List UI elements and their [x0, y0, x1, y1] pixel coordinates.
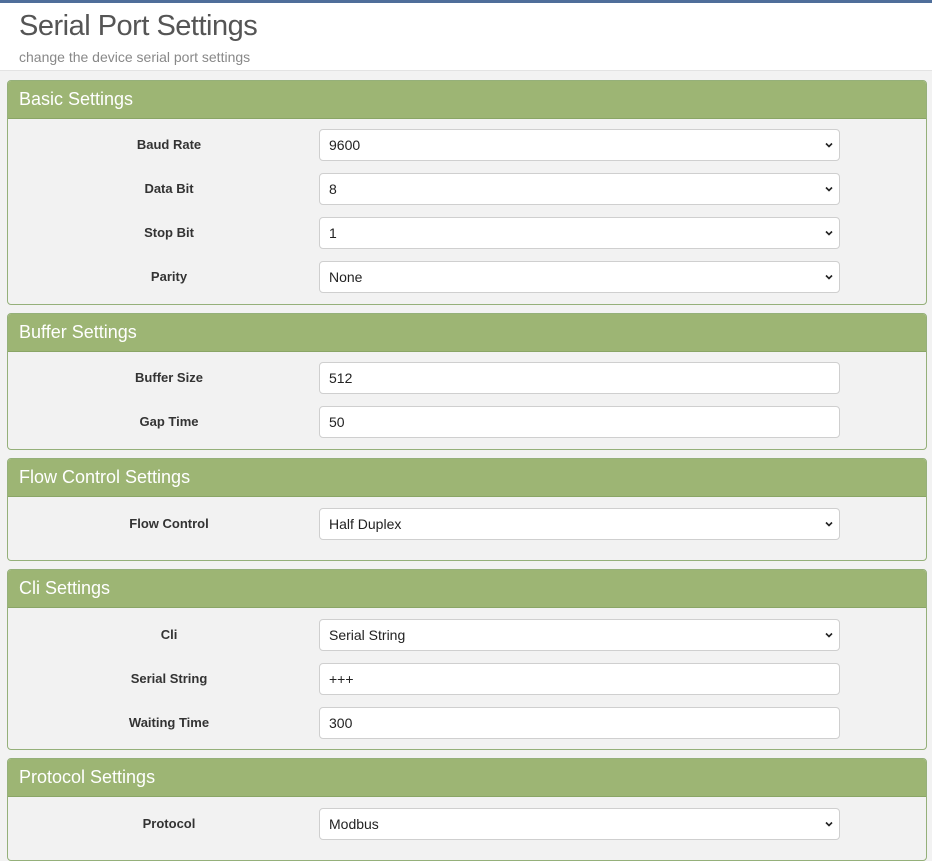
gap-time-label: Gap Time — [139, 414, 199, 429]
baud-rate-select[interactable]: 9600 — [319, 129, 840, 161]
waiting-time-input[interactable]: 300 — [319, 707, 840, 739]
stop-bit-value: 1 — [329, 225, 337, 241]
chevron-down-icon — [825, 141, 833, 149]
chevron-down-icon — [825, 185, 833, 193]
flow-control-settings-panel: Flow Control Settings Flow Control Half … — [7, 458, 927, 561]
protocol-label: Protocol — [142, 816, 196, 831]
cli-settings-panel: Cli Settings Cli Serial String Serial St… — [7, 569, 927, 750]
buffer-size-input[interactable]: 512 — [319, 362, 840, 394]
cli-settings-header: Cli Settings — [8, 570, 926, 608]
protocol-select[interactable]: Modbus — [319, 808, 840, 840]
data-bit-label: Data Bit — [144, 181, 194, 196]
parity-label: Parity — [150, 269, 188, 284]
buffer-settings-panel: Buffer Settings Buffer Size 512 Gap Time… — [7, 313, 927, 450]
basic-settings-panel: Basic Settings Baud Rate 9600 Data Bit 8… — [7, 80, 927, 305]
buffer-settings-header: Buffer Settings — [8, 314, 926, 352]
serial-string-value: +++ — [329, 671, 354, 687]
baud-rate-value: 9600 — [329, 137, 361, 153]
cli-label: Cli — [160, 627, 178, 642]
page-title: Serial Port Settings — [19, 10, 258, 42]
page-header: Serial Port Settings change the device s… — [0, 3, 932, 71]
chevron-down-icon — [825, 520, 833, 528]
flow-control-value: Half Duplex — [329, 516, 402, 532]
data-bit-row: Data Bit 8 — [8, 167, 926, 211]
flow-control-label: Flow Control — [129, 516, 209, 531]
waiting-time-row: Waiting Time 300 — [8, 701, 926, 745]
stop-bit-row: Stop Bit 1 — [8, 211, 926, 255]
chevron-down-icon — [825, 820, 833, 828]
baud-rate-label: Baud Rate — [136, 137, 202, 152]
flow-control-row: Flow Control Half Duplex — [8, 502, 926, 546]
protocol-settings-panel: Protocol Settings Protocol Modbus — [7, 758, 927, 861]
protocol-value: Modbus — [329, 816, 379, 832]
serial-string-row: Serial String +++ — [8, 657, 926, 701]
data-bit-value: 8 — [329, 181, 337, 197]
stop-bit-select[interactable]: 1 — [319, 217, 840, 249]
protocol-settings-header: Protocol Settings — [8, 759, 926, 797]
basic-settings-header: Basic Settings — [8, 81, 926, 119]
buffer-size-value: 512 — [329, 370, 353, 386]
chevron-down-icon — [825, 229, 833, 237]
gap-time-value: 50 — [329, 414, 345, 430]
cli-select[interactable]: Serial String — [319, 619, 840, 651]
flow-control-settings-header: Flow Control Settings — [8, 459, 926, 497]
serial-string-label: Serial String — [130, 671, 208, 686]
waiting-time-value: 300 — [329, 715, 353, 731]
cli-row: Cli Serial String — [8, 613, 926, 657]
protocol-row: Protocol Modbus — [8, 802, 926, 846]
chevron-down-icon — [825, 273, 833, 281]
waiting-time-label: Waiting Time — [128, 715, 210, 730]
baud-rate-row: Baud Rate 9600 — [8, 123, 926, 167]
gap-time-row: Gap Time 50 — [8, 400, 926, 444]
parity-select[interactable]: None — [319, 261, 840, 293]
data-bit-select[interactable]: 8 — [319, 173, 840, 205]
page-subtitle: change the device serial port settings — [19, 49, 251, 65]
chevron-down-icon — [825, 631, 833, 639]
parity-row: Parity None — [8, 255, 926, 299]
parity-value: None — [329, 269, 363, 285]
serial-string-input[interactable]: +++ — [319, 663, 840, 695]
gap-time-input[interactable]: 50 — [319, 406, 840, 438]
cli-value: Serial String — [329, 627, 406, 643]
buffer-size-row: Buffer Size 512 — [8, 356, 926, 400]
buffer-size-label: Buffer Size — [135, 370, 203, 385]
flow-control-select[interactable]: Half Duplex — [319, 508, 840, 540]
stop-bit-label: Stop Bit — [144, 225, 194, 240]
